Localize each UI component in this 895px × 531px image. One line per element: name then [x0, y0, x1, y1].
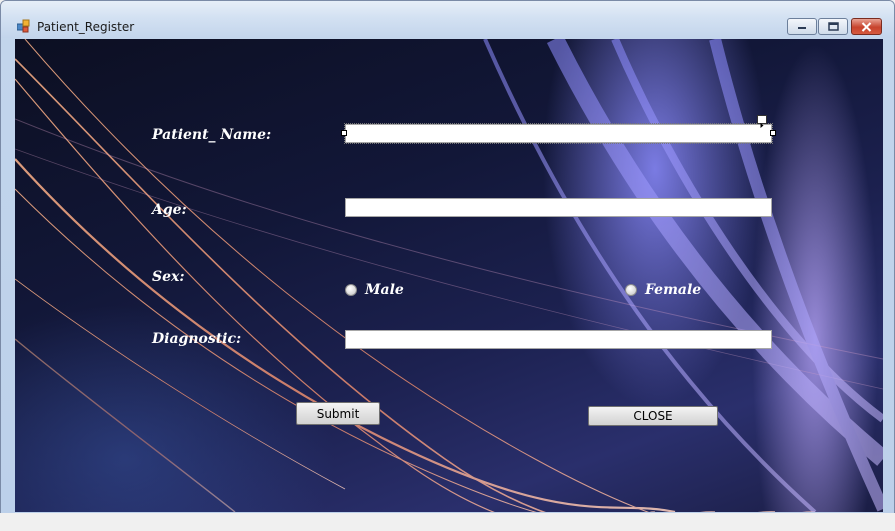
smart-tag-icon[interactable]	[757, 115, 767, 128]
minimize-button[interactable]	[787, 18, 817, 35]
age-input[interactable]	[345, 198, 772, 217]
resize-handle-right[interactable]	[770, 130, 776, 136]
app-window: Patient_Register Patient_ Name: Age: Sex…	[0, 0, 895, 531]
age-label: Age:	[152, 202, 187, 218]
title-bar[interactable]: Patient_Register	[1, 1, 894, 38]
close-button-label: CLOSE	[633, 409, 673, 423]
minimize-icon	[797, 24, 807, 30]
maximize-icon	[827, 22, 839, 31]
window-title: Patient_Register	[37, 20, 135, 34]
close-icon	[861, 21, 872, 32]
close-button[interactable]: CLOSE	[588, 406, 718, 426]
form-client-area: Patient_ Name: Age: Sex: Male Female Dia…	[15, 39, 883, 512]
submit-button-label: Submit	[316, 406, 360, 421]
maximize-button[interactable]	[818, 18, 848, 35]
patient-name-label: Patient_ Name:	[152, 127, 272, 143]
diagnostic-label: Diagnostic:	[152, 331, 242, 347]
female-radio-label[interactable]: Female	[645, 282, 701, 298]
close-window-button[interactable]	[851, 18, 882, 35]
sex-label: Sex:	[152, 269, 185, 285]
male-radio[interactable]	[345, 284, 357, 296]
resize-handle-left[interactable]	[341, 130, 347, 136]
male-radio-label[interactable]: Male	[365, 282, 404, 298]
patient-name-input[interactable]	[344, 123, 773, 144]
bottom-border	[0, 513, 895, 531]
background-swoosh-image	[15, 39, 883, 512]
submit-button[interactable]: Submit	[296, 402, 380, 425]
diagnostic-input[interactable]	[345, 330, 772, 349]
form-app-icon	[16, 19, 31, 33]
female-radio[interactable]	[625, 284, 637, 296]
